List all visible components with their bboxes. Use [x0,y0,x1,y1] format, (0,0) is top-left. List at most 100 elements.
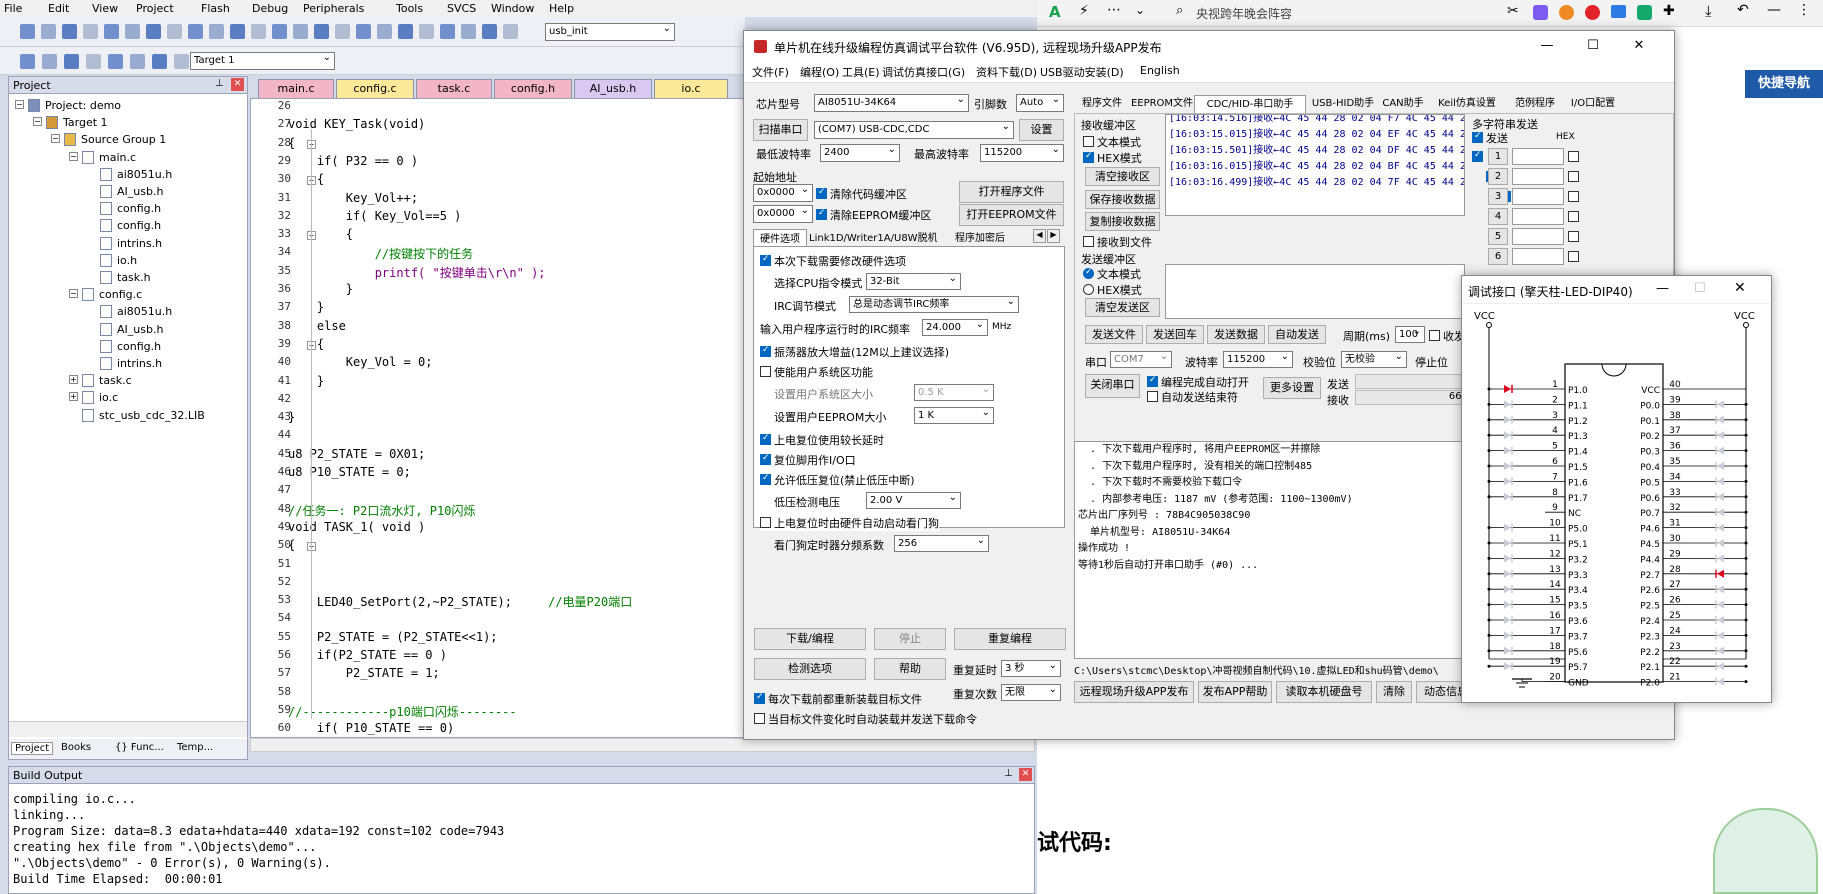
pins-select[interactable]: Auto [1016,94,1064,112]
tab-scroll-left-icon[interactable]: ◀ [1033,229,1046,243]
translate-icon[interactable] [20,54,35,69]
irc-mode-select[interactable]: 总是动态调节IRC频率 [849,296,1019,313]
reload-before-download-check[interactable]: 每次下载前都重新装载目标文件 [754,691,922,707]
close-port-button[interactable]: 关闭串口 [1085,374,1140,398]
tree-item[interactable]: − Project: demo [9,97,247,114]
undo-icon[interactable]: ↶ [1737,2,1749,18]
find-file-icon[interactable] [440,24,455,39]
menu-file[interactable]: File [4,2,22,15]
more-settings-button[interactable]: 更多设置 [1263,377,1321,399]
tree-item[interactable]: io.h [9,252,247,269]
max-baud-select[interactable]: 115200 [980,144,1064,162]
open-program-button[interactable]: 打开程序文件 [959,181,1064,203]
hw-opt-3[interactable]: 使能用户系统区功能 [760,364,873,380]
hw-opt-1[interactable]: 本次下载需要修改硬件选项 [760,253,906,269]
manage-icon[interactable] [174,54,189,69]
addr2-input[interactable]: 0x0000 [753,205,813,223]
undo-icon[interactable] [167,24,182,39]
isp-menu-item[interactable]: 工具(E) [842,64,880,80]
help-button[interactable]: 帮助 [874,658,946,680]
panel-tab[interactable]: Books [61,742,91,753]
rx-display[interactable]: [16:03:14.516]接收←4C 45 44 28 02 04 F7 4C… [1165,114,1465,216]
menu-view[interactable]: View [92,2,118,15]
multi-send-button[interactable]: 2 [1488,168,1508,185]
editor-tab[interactable]: config.c [336,79,414,98]
pin-icon[interactable]: ⊥ [1004,768,1013,779]
mail-icon[interactable] [1611,5,1626,18]
clear-code-check[interactable]: 清除代码缓冲区 [816,186,907,202]
check-options-button[interactable]: 检测选项 [754,658,866,680]
bookmark-prev-icon[interactable] [272,24,287,39]
expand-toggle-icon[interactable]: − [51,134,60,144]
close-icon[interactable]: ✕ [1616,31,1662,61]
editor-hscroll[interactable] [250,738,1035,752]
tree-item[interactable]: AI_usb.h [9,183,247,200]
chevron-down-icon[interactable]: ⌄ [1135,3,1145,17]
minimize-icon[interactable]: — [1656,281,1669,296]
isp-bottom-button[interactable]: 远程现场升级APP发布 [1074,681,1194,703]
weibo-icon[interactable] [1585,5,1600,20]
irc-freq-input[interactable]: 24.000 [922,319,988,336]
multi-send-input[interactable] [1512,148,1564,165]
multi-send-button[interactable]: 5 [1488,228,1508,245]
rx-to-file-check[interactable]: 接收到文件 [1083,234,1152,250]
isp-menu-item[interactable]: English [1140,64,1180,77]
menu-project[interactable]: Project [136,2,174,15]
multi-hex-check[interactable] [1568,231,1579,242]
period-input[interactable]: 100 [1395,326,1425,343]
auto-load-check[interactable]: 当目标文件变化时自动装载并发送下载命令 [754,711,977,727]
tree-item[interactable]: stc_usb_cdc_32.LIB [9,407,247,424]
find-icon[interactable] [419,24,434,39]
view-icon[interactable] [503,24,518,39]
send-action-button[interactable]: 发送文件 [1085,325,1143,344]
tree-item[interactable]: − main.c [9,149,247,166]
menu-debug[interactable]: Debug [252,2,288,15]
multi-send-button[interactable]: 4 [1488,208,1508,225]
send-all-check[interactable]: 发送 [1472,130,1508,146]
tree-item[interactable]: − Target 1 [9,114,247,131]
tree-item[interactable]: − config.c [9,286,247,303]
batch-icon[interactable] [86,54,101,69]
editor-tab[interactable]: main.c [258,79,334,98]
hw-opt-2[interactable]: 振荡器放大增益(12M以上建议选择) [760,344,949,360]
isp-menu-item[interactable]: 编程(O) [800,64,839,80]
isp-menu-item[interactable]: USB驱动安装(D) [1040,64,1124,80]
min-baud-select[interactable]: 2400 [820,144,900,162]
pin-icon[interactable]: ⊥ [215,78,224,89]
bookmark-icon[interactable] [251,24,266,39]
retry-count-select[interactable]: 无限 [1001,684,1061,701]
isp-menu-item[interactable]: 资料下载(D) [976,64,1037,80]
send-action-button[interactable]: 自动发送 [1268,325,1326,344]
tree-item[interactable]: + io.c [9,389,247,406]
auto-newline-check[interactable]: 自动发送结束符 [1147,389,1238,405]
tree-item[interactable]: − Source Group 1 [9,131,247,148]
tree-item[interactable]: AI_usb.h [9,321,247,338]
repeat-program-button[interactable]: 重复编程 [954,628,1066,650]
multi-send-button[interactable]: 3 [1488,188,1508,205]
right-tab[interactable]: 范例程序 [1508,95,1562,113]
send-action-button[interactable]: 发送数据 [1207,325,1265,344]
hw-opt-7[interactable]: 上电复位时由硬件自动启动看门狗 [760,515,939,531]
right-tab[interactable]: I/O口配置 [1562,95,1624,113]
indent-icon[interactable] [335,24,350,39]
expand-toggle-icon[interactable]: + [69,375,78,385]
rx-hex-mode[interactable]: HEX模式 [1083,150,1142,166]
stop-button[interactable]: 停止 [874,628,946,650]
tree-item[interactable]: config.h [9,338,247,355]
tree-item[interactable]: intrins.h [9,235,247,252]
open-icon[interactable] [41,24,56,39]
menu-flash[interactable]: Flash [201,2,230,15]
tree-item[interactable]: + task.c [9,372,247,389]
more-icon[interactable]: ⋯ [1107,2,1121,18]
minimize-icon[interactable]: — [1524,31,1570,61]
right-tab[interactable]: CAN助手 [1380,95,1426,113]
expand-toggle-icon[interactable]: − [69,151,78,161]
maximize-icon[interactable]: ☐ [1570,31,1616,61]
expand-toggle-icon[interactable]: − [33,117,42,127]
tx-input[interactable] [1165,264,1465,319]
editor-tab[interactable]: io.c [654,79,728,98]
browser-more-icon[interactable]: ⋮ [1797,2,1811,18]
hw-opt-4[interactable]: 上电复位使用较长延时 [760,432,884,448]
text-icon[interactable]: A [1049,3,1061,21]
multi-hex-check[interactable] [1568,251,1579,262]
